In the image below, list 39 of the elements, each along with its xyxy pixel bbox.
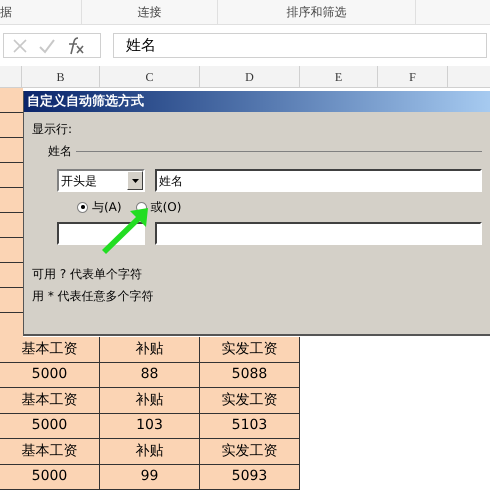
table-cell: 99 — [100, 464, 200, 490]
table-cell: 5088 — [200, 362, 300, 388]
table-cell: 实发工资 — [200, 337, 300, 362]
ribbon-group-label: 排序和筛选 — [286, 4, 346, 21]
dialog-title: 自定义自动筛选方式 — [27, 92, 144, 111]
dropdown-arrow-icon — [132, 178, 138, 182]
table-cell: 基本工资 — [0, 337, 100, 362]
table-cell: 5000 — [0, 362, 100, 388]
value-input[interactable]: 姓名 — [155, 169, 482, 192]
table-cell: 88 — [100, 362, 200, 388]
logic-radio[interactable]: 与(A) — [77, 198, 122, 216]
function-icon[interactable] — [66, 36, 86, 56]
show-rows-label: 显示行: — [32, 121, 74, 138]
check-icon[interactable] — [38, 38, 56, 54]
hint-text: 可用 ? 代表单个字符 — [32, 266, 143, 283]
operator-dropdown[interactable]: 开头是 — [57, 169, 145, 192]
table-cell: 5093 — [200, 464, 300, 490]
table-cell: 补贴 — [100, 388, 200, 414]
table-cell: 5103 — [200, 414, 300, 439]
table-cell: 5000 — [0, 414, 100, 439]
table-cell: 5000 — [0, 464, 100, 490]
value-input[interactable] — [155, 222, 482, 245]
table-cell: 补贴 — [100, 439, 200, 464]
table-cell: 103 — [100, 414, 200, 439]
column-header[interactable]: E — [334, 68, 342, 86]
table-cell: 基本工资 — [0, 439, 100, 464]
table-cell: 基本工资 — [0, 388, 100, 414]
column-header[interactable]: D — [245, 68, 254, 86]
column-header[interactable]: B — [56, 68, 64, 86]
ribbon-group-label: 据 — [0, 4, 12, 21]
hint-text: 用 * 代表任意多个字符 — [32, 288, 155, 305]
table-cell: 实发工资 — [200, 439, 300, 464]
table-cell: 补贴 — [100, 337, 200, 362]
table-cell: 实发工资 — [200, 388, 300, 414]
field-label: 姓名 — [48, 143, 72, 160]
ribbon-group-label: 连接 — [138, 4, 162, 21]
column-header[interactable]: C — [145, 68, 154, 86]
column-header[interactable]: F — [409, 68, 416, 86]
formula-input[interactable]: 姓名 — [113, 33, 487, 58]
